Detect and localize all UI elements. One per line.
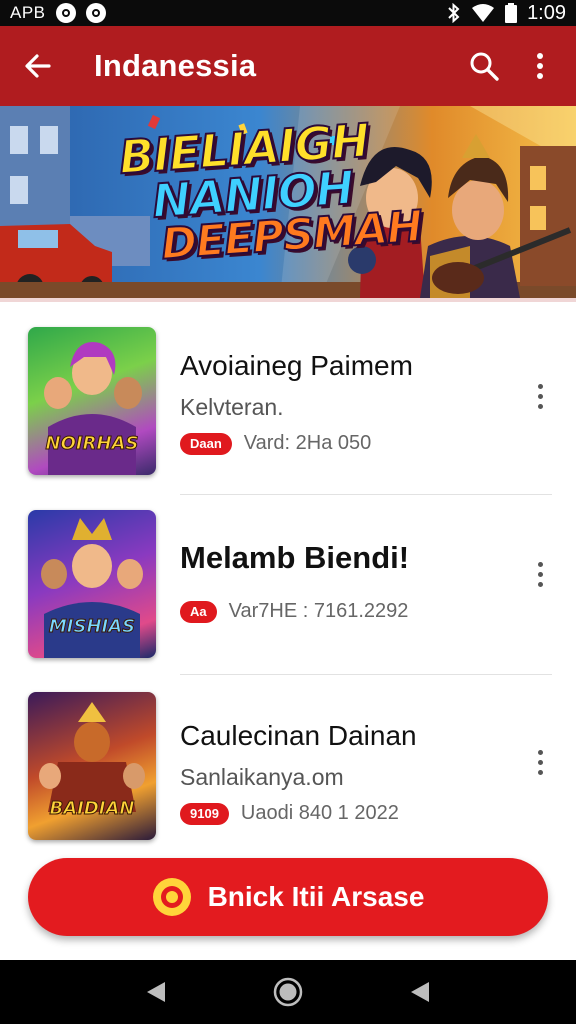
carrier-label: APB bbox=[10, 3, 46, 22]
back-button[interactable] bbox=[8, 36, 68, 96]
game-meta: 9109 Uaodi 840 1 2022 bbox=[180, 802, 399, 825]
item-more-button[interactable] bbox=[524, 374, 556, 418]
status-bar: APB 1:09 bbox=[0, 0, 576, 26]
game-thumbnail: BAIDIAN bbox=[28, 692, 156, 840]
status-badge: Aa bbox=[180, 600, 217, 623]
thumbnail-label: MISHIAS bbox=[48, 616, 136, 637]
notification-icon bbox=[55, 3, 76, 23]
list-divider bbox=[180, 494, 552, 495]
nav-back-icon bbox=[147, 982, 165, 1002]
nav-home-icon bbox=[273, 977, 303, 1007]
game-meta: Daan Vard: 2Ha 050 bbox=[180, 432, 371, 455]
app-bar: Indanessia bbox=[0, 26, 576, 106]
nav-back-button[interactable] bbox=[134, 970, 178, 1014]
item-more-button[interactable] bbox=[524, 740, 556, 784]
nav-recents-button[interactable] bbox=[398, 970, 442, 1014]
status-badge: 9109 bbox=[180, 802, 229, 825]
system-nav-bar bbox=[0, 960, 576, 1024]
more-vertical-icon bbox=[537, 53, 543, 79]
game-thumbnail: NOIRHAS bbox=[28, 327, 156, 475]
status-right: 1:09 bbox=[447, 2, 566, 25]
list-item[interactable]: BAIDIAN Caulecinan Dainan Sanlaikanya.om… bbox=[0, 682, 576, 862]
battery-icon bbox=[505, 3, 518, 23]
more-vertical-icon bbox=[537, 383, 543, 389]
bluetooth-icon bbox=[448, 3, 460, 23]
arrow-back-icon bbox=[25, 54, 51, 78]
game-subtitle: Kelvteran. bbox=[180, 394, 284, 420]
game-thumbnail: MISHIAS bbox=[28, 510, 156, 658]
search-icon bbox=[470, 52, 499, 81]
wifi-icon bbox=[472, 4, 495, 22]
thumbnail-label: BAIDIAN bbox=[49, 798, 135, 819]
thumbnail-label: NOIRHAS bbox=[45, 433, 139, 454]
list-item[interactable]: MISHIAS Melamb Biendi! Aa Var7HE : 7161.… bbox=[0, 502, 576, 682]
game-meta: Aa Var7HE : 7161.2292 bbox=[180, 600, 408, 623]
notification-icon bbox=[85, 3, 106, 23]
game-title: Avoiaineg Paimem bbox=[180, 350, 413, 381]
status-badge: Daan bbox=[180, 432, 232, 455]
list-divider bbox=[180, 674, 552, 675]
overflow-menu-button[interactable] bbox=[512, 38, 568, 94]
game-meta-text: Var7HE : 7161.2292 bbox=[228, 600, 409, 622]
search-button[interactable] bbox=[456, 38, 512, 94]
primary-action-label: Bnick Itii Arsase bbox=[207, 881, 425, 912]
primary-action-button[interactable]: Bnick Itii Arsase bbox=[28, 858, 548, 936]
nav-home-button[interactable] bbox=[266, 970, 310, 1014]
game-subtitle: Sanlaikanya.om bbox=[180, 764, 344, 790]
clock: 1:09 bbox=[527, 1, 566, 24]
promo-banner[interactable]: BIELIAIGH NANIOH DEEPSMAH bbox=[0, 106, 576, 298]
list-item[interactable]: NOIRHAS Avoiaineg Paimem Kelvteran. Daan… bbox=[0, 302, 576, 495]
banner-headline: BIELIAIGH NANIOH DEEPSMAH bbox=[116, 112, 424, 271]
more-vertical-icon bbox=[537, 561, 543, 567]
target-icon bbox=[152, 877, 192, 917]
item-more-button[interactable] bbox=[524, 552, 556, 596]
more-vertical-icon bbox=[537, 749, 543, 755]
game-meta-text: Uaodi 840 1 2022 bbox=[240, 802, 399, 824]
status-left: APB bbox=[10, 3, 106, 23]
game-title: Melamb Biendi! bbox=[180, 540, 410, 575]
game-meta-text: Vard: 2Ha 050 bbox=[243, 432, 372, 454]
page-title: Indanessia bbox=[94, 48, 257, 83]
game-title: Caulecinan Dainan bbox=[180, 720, 417, 751]
app-bar-actions bbox=[456, 38, 568, 94]
nav-recents-icon bbox=[411, 982, 429, 1002]
